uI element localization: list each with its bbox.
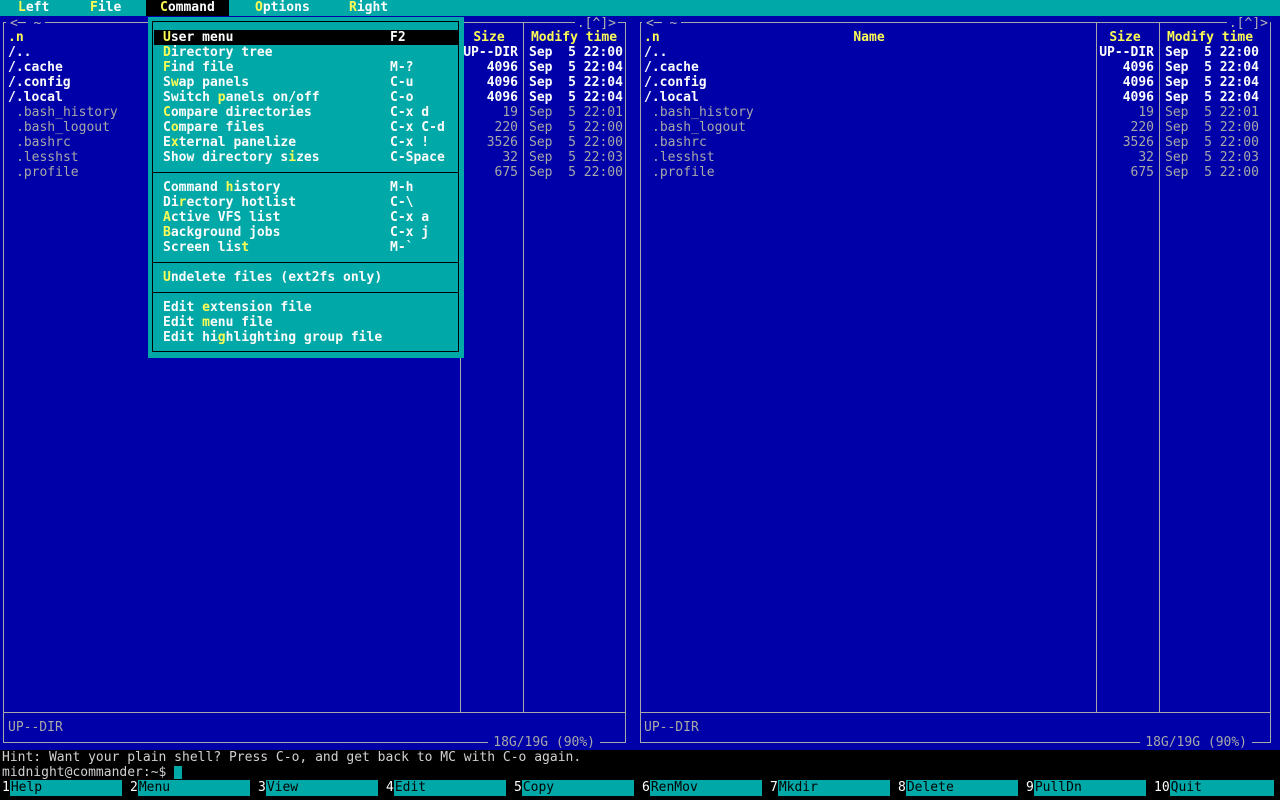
menu-right[interactable]: Right (349, 0, 388, 16)
menu-item-edit-extension-file[interactable]: Edit extension file (154, 300, 458, 315)
column-header-size[interactable]: Size (455, 30, 523, 45)
free-space-indicator: 18G/19G (90%) (488, 735, 600, 750)
fn-key-edit[interactable]: 4 Edit (384, 780, 512, 796)
menu-item-external-panelize[interactable]: External panelize C-x ! (154, 135, 458, 150)
menu-item-edit-menu-file[interactable]: Edit menu file (154, 315, 458, 330)
fn-key-quit[interactable]: 10 Quit (1152, 780, 1280, 796)
column-header-mtime[interactable]: Modify time (523, 30, 625, 45)
midnight-commander-screen: Left File Command Options Right <─ ~ .[^… (0, 0, 1280, 800)
fn-key-mkdir[interactable]: 7 Mkdir (768, 780, 896, 796)
menu-item-user-menu[interactable]: User menu F2 (154, 30, 458, 45)
menu-item-directory-tree[interactable]: Directory tree (154, 45, 458, 60)
menu-bar: Left File Command Options Right (0, 0, 1280, 16)
history-back-icon[interactable]: <─ (10, 16, 26, 31)
fn-key-pulldn[interactable]: 9 PullDn (1024, 780, 1152, 796)
mini-status: UP--DIR (644, 720, 699, 735)
function-key-bar: 1 Help 2 Menu 3 View 4 Edit 5 Copy 6 RenMov 7M… (0, 780, 1280, 796)
right-panel: <─ ~ .[^]> .n Name Size Modify time /.. U… (636, 16, 1280, 750)
shell-prompt[interactable]: midnight@commander:~$ (2, 765, 183, 780)
panel-header-row: .n Name Size Modify time (636, 30, 1280, 45)
panel-nav-buttons[interactable]: .[^]> (1226, 16, 1270, 31)
file-row-local[interactable]: /.local 4096 Sep 5 22:04 (636, 90, 1280, 105)
menu-left[interactable]: Left (18, 0, 49, 16)
menu-item-background-jobs[interactable]: Background jobs C-x j (154, 225, 458, 240)
panel-path-label: ~ (669, 16, 678, 31)
command-dropdown-menu: User menu F2 Directory tree Find file M-? … (148, 17, 464, 358)
panel-path[interactable]: <─ ~ (6, 16, 46, 31)
column-header-mtime[interactable]: Modify time (1159, 30, 1261, 45)
file-row-bash-history[interactable]: .bash_history 19 Sep 5 22:01 (636, 105, 1280, 120)
fn-key-help[interactable]: 1 Help (0, 780, 128, 796)
panel-border-top (640, 22, 1271, 23)
mini-status: UP--DIR (8, 720, 63, 735)
panel-path-label: ~ (33, 16, 42, 31)
column-header-size[interactable]: Size (1091, 30, 1159, 45)
column-header-name[interactable]: Name (644, 30, 1094, 45)
fn-key-menu[interactable]: 2 Menu (128, 780, 256, 796)
menu-item-compare-files[interactable]: Compare files C-x C-d (154, 120, 458, 135)
panel-path[interactable]: <─ ~ (642, 16, 682, 31)
menu-item-compare-directories[interactable]: Compare directories C-x d (154, 105, 458, 120)
menu-separator (153, 262, 459, 263)
menu-options[interactable]: Options (255, 0, 310, 16)
menu-separator (153, 292, 459, 293)
file-row-bash-logout[interactable]: .bash_logout 220 Sep 5 22:00 (636, 120, 1280, 135)
fn-key-renmov[interactable]: 6 RenMov (640, 780, 768, 796)
menu-item-swap-panels[interactable]: Swap panels C-u (154, 75, 458, 90)
menu-command[interactable]: Command (146, 0, 229, 16)
menu-item-screen-list[interactable]: Screen list M-` (154, 240, 458, 255)
ministatus-separator (641, 712, 1271, 713)
free-space-indicator: 18G/19G (90%) (1140, 735, 1252, 750)
menu-item-switch-panels[interactable]: Switch panels on/off C-o (154, 90, 458, 105)
file-row-updir[interactable]: /.. UP--DIR Sep 5 22:00 (636, 45, 1280, 60)
fn-key-delete[interactable]: 8 Delete (896, 780, 1024, 796)
fn-key-view[interactable]: 3 View (256, 780, 384, 796)
ministatus-separator (4, 712, 625, 713)
menu-item-undelete-files[interactable]: Undelete files (ext2fs only) (154, 270, 458, 285)
menu-separator (153, 172, 459, 173)
file-row-bashrc[interactable]: .bashrc 3526 Sep 5 22:00 (636, 135, 1280, 150)
terminal-cursor (174, 766, 183, 779)
menu-item-command-history[interactable]: Command history M-h (154, 180, 458, 195)
menu-file[interactable]: File (90, 0, 121, 16)
menu-item-active-vfs-list[interactable]: Active VFS list C-x a (154, 210, 458, 225)
menu-item-edit-highlighting-group-file[interactable]: Edit highlighting group file (154, 330, 458, 345)
menu-item-show-directory-sizes[interactable]: Show directory sizes C-Space (154, 150, 458, 165)
history-back-icon[interactable]: <─ (646, 16, 662, 31)
file-row-cache[interactable]: /.cache 4096 Sep 5 22:04 (636, 60, 1280, 75)
file-row-profile[interactable]: .profile 675 Sep 5 22:00 (636, 165, 1280, 180)
hint-line: Hint: Want your plain shell? Press C-o, … (2, 750, 582, 765)
fn-key-copy[interactable]: 5 Copy (512, 780, 640, 796)
menu-item-find-file[interactable]: Find file M-? (154, 60, 458, 75)
file-row-lesshst[interactable]: .lesshst 32 Sep 5 22:03 (636, 150, 1280, 165)
file-row-config[interactable]: /.config 4096 Sep 5 22:04 (636, 75, 1280, 90)
panel-nav-buttons[interactable]: .[^]> (574, 16, 618, 31)
menu-item-directory-hotlist[interactable]: Directory hotlist C-\ (154, 195, 458, 210)
